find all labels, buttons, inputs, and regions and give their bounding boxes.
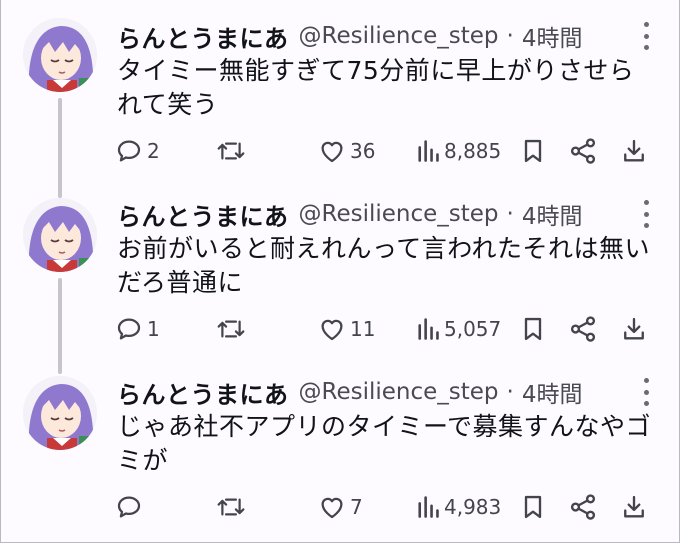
- download-icon: [624, 317, 644, 340]
- avatar[interactable]: [23, 376, 97, 450]
- tweet-header: らんとうまにあ @Resilience_step · 4時間: [117, 18, 582, 54]
- views-count: 5,057: [444, 317, 502, 341]
- reply-count: 1: [147, 317, 160, 341]
- reply-button[interactable]: [114, 489, 147, 525]
- tweet-actions: 2 36 8,885: [1, 133, 680, 169]
- retweet-icon: [217, 498, 245, 516]
- retweet-button[interactable]: [215, 133, 250, 169]
- views-icon: [418, 496, 439, 518]
- separator-dot: ·: [506, 23, 514, 49]
- like-button[interactable]: 36: [317, 133, 375, 169]
- like-count: 36: [350, 139, 376, 163]
- retweet-button[interactable]: [215, 311, 250, 347]
- tweet-text: タイミー無能すぎて75分前に早上がりさせられて笑う: [117, 56, 635, 119]
- reply-button[interactable]: 1: [114, 311, 160, 347]
- tweet-1[interactable]: らんとうまにあ @Resilience_step · 4時間 タイミー無能すぎて…: [1, 0, 680, 198]
- tweet-2[interactable]: らんとうまにあ @Resilience_step · 4時間 お前がいると耐えれ…: [1, 178, 680, 374]
- share-button[interactable]: [568, 311, 598, 347]
- reply-icon: [117, 318, 141, 340]
- avatar[interactable]: [23, 198, 97, 272]
- download-icon: [624, 139, 644, 162]
- tweet-text: じゃあ社不アプリのタイミーで募集すんなやゴミが: [117, 412, 652, 475]
- tweet-3[interactable]: らんとうまにあ @Resilience_step · 4時間 じゃあ社不アプリの…: [1, 356, 680, 534]
- share-button[interactable]: [568, 133, 598, 169]
- reply-icon: [117, 140, 141, 162]
- tweet-text: お前がいると耐えれんって言われたそれは無いだろ普通に: [117, 234, 651, 297]
- like-count: 11: [350, 317, 376, 341]
- bookmark-button[interactable]: [519, 133, 547, 169]
- separator-dot: ·: [506, 201, 514, 227]
- tweet-header: らんとうまにあ @Resilience_step · 4時間: [117, 374, 582, 410]
- tweet-header: らんとうまにあ @Resilience_step · 4時間: [117, 196, 582, 232]
- share-icon: [570, 494, 596, 520]
- share-icon: [570, 138, 596, 164]
- bookmark-icon: [524, 139, 542, 163]
- retweet-icon: [217, 142, 245, 160]
- download-button[interactable]: [620, 133, 648, 169]
- heart-icon: [321, 141, 343, 163]
- like-count: 7: [350, 495, 363, 519]
- avatar[interactable]: [23, 18, 97, 92]
- bookmark-button[interactable]: [519, 311, 547, 347]
- tweet-actions: 1 11 5,057: [1, 311, 680, 347]
- download-icon: [624, 495, 644, 518]
- display-name[interactable]: らんとうまにあ: [117, 197, 289, 232]
- display-name[interactable]: らんとうまにあ: [117, 375, 289, 410]
- heart-icon: [321, 319, 343, 341]
- tweet-actions: 7 4,983: [1, 489, 680, 525]
- retweet-button[interactable]: [215, 489, 250, 525]
- views-button[interactable]: 4,983: [415, 489, 501, 525]
- views-count: 4,983: [444, 495, 502, 519]
- download-button[interactable]: [620, 311, 648, 347]
- views-count: 8,885: [444, 139, 502, 163]
- heart-icon: [321, 497, 343, 519]
- bookmark-icon: [524, 317, 542, 341]
- share-button[interactable]: [568, 489, 598, 525]
- timestamp[interactable]: 4時間: [522, 197, 583, 231]
- bookmark-button[interactable]: [519, 489, 547, 525]
- share-icon: [570, 316, 596, 342]
- thread-screen: らんとうまにあ @Resilience_step · 4時間 タイミー無能すぎて…: [0, 0, 680, 543]
- bookmark-icon: [524, 495, 542, 519]
- timestamp[interactable]: 4時間: [522, 19, 583, 53]
- more-vertical-icon[interactable]: [635, 200, 657, 228]
- timestamp[interactable]: 4時間: [522, 375, 583, 409]
- reply-button[interactable]: 2: [114, 133, 160, 169]
- handle[interactable]: @Resilience_step: [299, 201, 499, 227]
- views-icon: [418, 318, 439, 340]
- separator-dot: ·: [506, 379, 514, 405]
- views-icon: [418, 140, 439, 162]
- more-vertical-icon[interactable]: [635, 22, 657, 50]
- views-button[interactable]: 5,057: [415, 311, 501, 347]
- download-button[interactable]: [620, 489, 648, 525]
- handle[interactable]: @Resilience_step: [299, 23, 499, 49]
- like-button[interactable]: 11: [317, 311, 375, 347]
- display-name[interactable]: らんとうまにあ: [117, 19, 289, 54]
- like-button[interactable]: 7: [317, 489, 363, 525]
- reply-icon: [117, 496, 141, 518]
- more-vertical-icon[interactable]: [635, 378, 657, 406]
- handle[interactable]: @Resilience_step: [299, 379, 499, 405]
- reply-count: 2: [147, 139, 160, 163]
- retweet-icon: [217, 320, 245, 338]
- views-button[interactable]: 8,885: [415, 133, 501, 169]
